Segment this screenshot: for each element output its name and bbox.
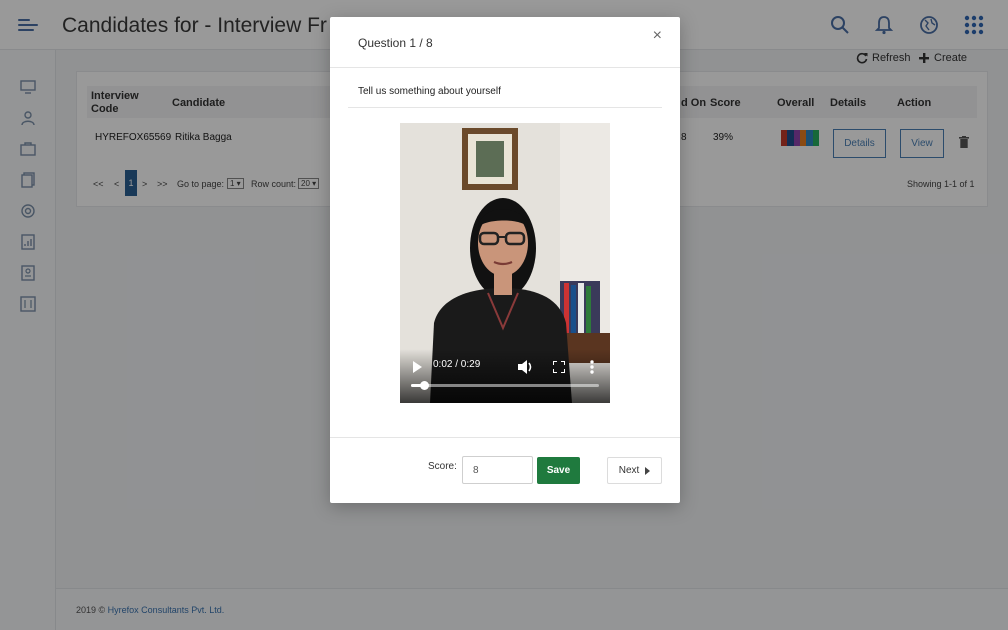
next-button[interactable]: Next [607, 457, 662, 484]
question-divider [348, 107, 662, 108]
play-icon[interactable] [412, 361, 422, 373]
question-modal: Question 1 / 8 × Tell us something about… [330, 17, 680, 503]
video-seek-bar[interactable] [411, 381, 599, 390]
video-time: 0:02 / 0:29 [433, 359, 481, 370]
more-options-icon[interactable] [590, 360, 594, 374]
modal-title: Question 1 / 8 [358, 36, 433, 50]
score-label: Score: [428, 461, 457, 472]
volume-icon[interactable] [518, 360, 533, 374]
video-controls: 0:02 / 0:29 [400, 349, 610, 403]
close-icon[interactable]: × [653, 27, 662, 45]
answer-video-player[interactable]: 0:02 / 0:29 [400, 123, 610, 403]
score-input[interactable] [462, 456, 533, 484]
next-label: Next [618, 465, 640, 476]
caret-right-icon [645, 466, 651, 475]
save-button[interactable]: Save [537, 457, 580, 484]
video-seek-handle[interactable] [419, 381, 429, 390]
fullscreen-icon[interactable] [553, 361, 565, 373]
header-divider [330, 67, 680, 68]
footer-divider [330, 437, 680, 438]
question-text: Tell us something about yourself [358, 86, 501, 97]
